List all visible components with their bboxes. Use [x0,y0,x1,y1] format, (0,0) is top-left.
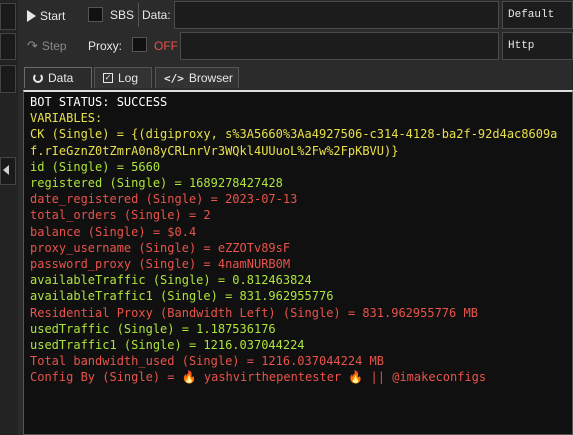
start-button[interactable]: Start [27,5,77,27]
code-icon: </> [164,71,184,85]
output-line: id (Single) = 5660 [30,159,161,174]
start-button-label: Start [40,9,66,23]
output-line: Total bandwidth_used (Single) = 1216.037… [30,354,385,369]
tab-browser[interactable]: </> Browser [155,67,239,88]
output-line: VARIABLES: [30,111,103,126]
output-lines: BOT STATUS: SUCCESS VARIABLES: CK (Single)… [30,94,566,386]
proxy-type-select[interactable]: Http [502,32,573,60]
output-line: total_orders (Single) = 2 [30,208,211,223]
output-line: balance (Single) = $0.4 [30,224,197,239]
output-line: Residential Proxy (Bandwidth Left) (Sing… [30,305,478,320]
data-input[interactable] [174,1,499,29]
left-panel-box-3[interactable] [0,65,16,93]
circle-arrow-icon [33,73,43,83]
output-line: usedTraffic1 (Single) = 1216.037044224 [30,338,305,353]
left-panel-box-1[interactable] [0,3,16,30]
tab-log[interactable]: ✓ Log [94,67,152,88]
sbs-checkbox[interactable] [88,7,103,22]
proxy-label: Proxy: [88,39,123,53]
checkbox-icon: ✓ [103,73,113,83]
output-line: registered (Single) = 1689278427428 [30,176,283,191]
play-icon [27,10,36,22]
left-panel-dropdown[interactable] [0,157,16,185]
output-line: availableTraffic1 (Single) = 831.9629557… [30,289,334,304]
proxy-state-label: OFF [154,39,178,53]
toolbar-divider [138,3,139,27]
step-button[interactable]: ↷ Step [27,36,77,56]
left-panel-box-2[interactable] [0,33,16,60]
output-line: usedTraffic (Single) = 1.187536176 [30,321,276,336]
redo-arrow-icon: ↷ [27,38,38,53]
output-panel: BOT STATUS: SUCCESS VARIABLES: CK (Single)… [23,90,573,435]
tab-data[interactable]: Data [24,67,92,88]
chevron-left-icon [3,165,9,175]
output-line: availableTraffic (Single) = 0.812463824 [30,273,312,288]
output-line: BOT STATUS: SUCCESS [30,95,168,109]
tab-log-label: Log [118,71,139,85]
step-button-label: Step [41,39,67,53]
data-source-select[interactable]: Default [502,1,573,29]
tab-browser-label: Browser [188,71,233,85]
tab-data-label: Data [48,71,74,85]
output-line: Config By (Single) = 🔥 yashvirthepentest… [30,370,487,385]
output-line: password_proxy (Single) = 4namNURB0M [30,257,291,272]
proxy-input[interactable] [180,32,499,60]
output-line: CK (Single) = {(digiproxy, s%3A5660%3Aa4… [30,127,558,158]
output-line: date_registered (Single) = 2023-07-13 [30,192,298,207]
proxy-checkbox[interactable] [132,37,147,52]
output-line: proxy_username (Single) = eZZOTv89sF [30,240,291,255]
sbs-label: SBS [110,8,135,22]
data-label: Data: [142,8,171,22]
